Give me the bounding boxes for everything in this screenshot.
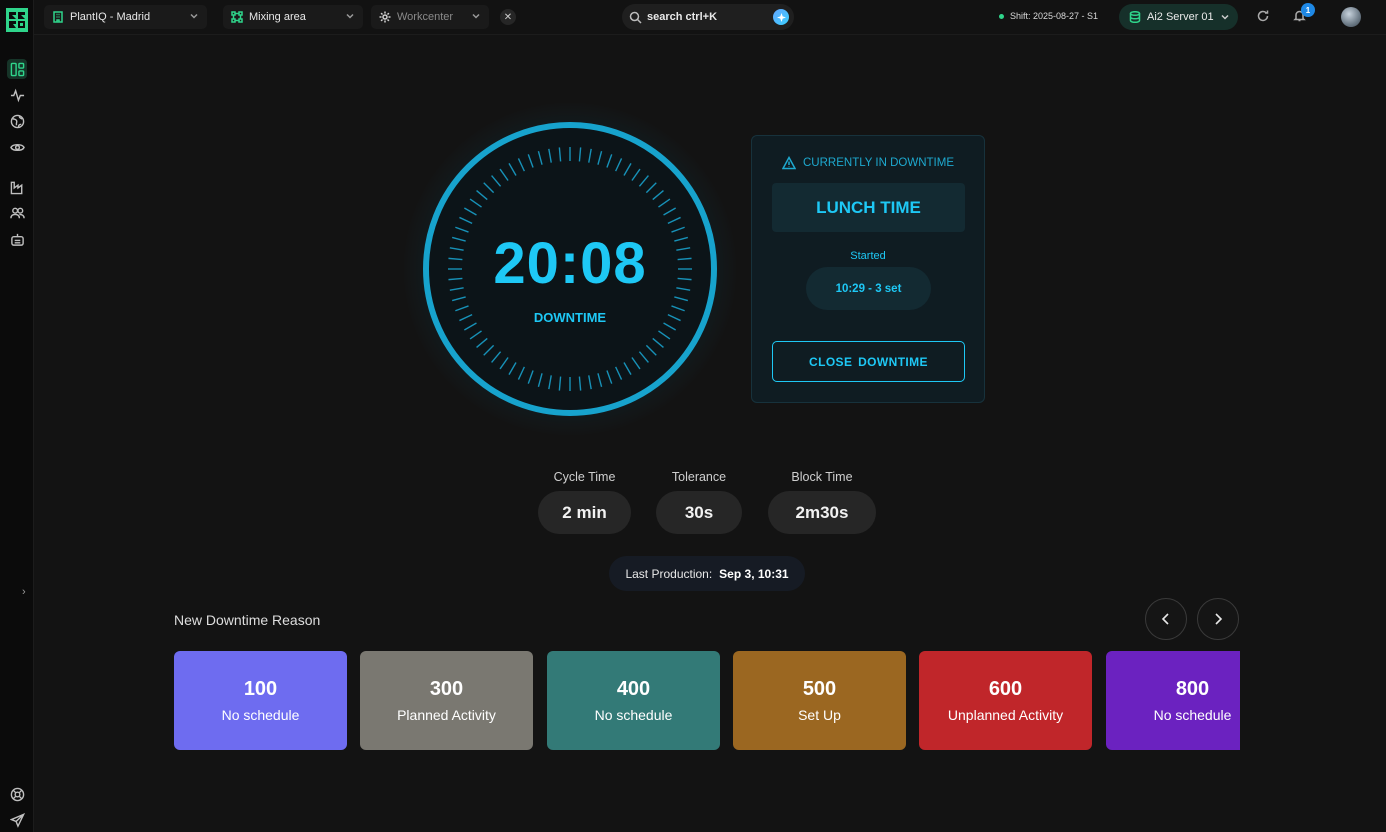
block-time-value: 2m30s <box>768 491 876 534</box>
plant-select-value: PlantIQ - Madrid <box>70 11 151 23</box>
search-label: search ctrl+K <box>647 11 718 23</box>
reason-code: 400 <box>616 678 651 700</box>
block-time-label: Block Time <box>791 470 853 484</box>
dashboard-icon[interactable] <box>7 59 27 79</box>
send-icon[interactable] <box>7 810 27 830</box>
avatar[interactable] <box>1341 7 1361 27</box>
users-icon[interactable] <box>7 203 27 223</box>
reason-code: 500 <box>802 678 837 700</box>
activity-icon[interactable] <box>7 85 27 105</box>
database-icon <box>1129 10 1141 24</box>
shift-indicator: Shift: 2025-08-27 - S1 <box>999 11 1098 21</box>
reason-card[interactable]: 600 Unplanned Activity <box>919 651 1092 750</box>
reason-name: No schedule <box>221 707 300 723</box>
reason-cards: 100 No schedule 300 Planned Activity 400… <box>174 651 1240 750</box>
reason-code: 800 <box>1175 678 1210 700</box>
building-icon <box>52 11 64 23</box>
chevron-right-icon <box>1215 613 1223 625</box>
area-select[interactable]: Mixing area <box>223 5 363 29</box>
downtime-panel-title: CURRENTLY IN DOWNTIME <box>803 157 954 169</box>
search-icon <box>629 11 642 24</box>
globe-icon[interactable] <box>7 111 27 131</box>
shift-label: Shift: 2025-08-27 - S1 <box>1010 11 1099 21</box>
chevron-down-icon <box>471 11 481 21</box>
reason-card[interactable]: 100 No schedule <box>174 651 347 750</box>
tolerance-label: Tolerance <box>671 470 727 484</box>
tolerance-value: 30s <box>656 491 742 534</box>
reason-name: Unplanned Activity <box>947 707 1064 723</box>
support-icon[interactable] <box>7 784 27 804</box>
chevron-down-icon <box>345 11 355 21</box>
eye-icon[interactable] <box>7 137 27 157</box>
sidebar: › <box>0 0 34 832</box>
search-bar[interactable]: search ctrl+K <box>622 4 794 30</box>
gear-icon <box>379 11 391 23</box>
prev-button[interactable] <box>1145 598 1187 640</box>
notification-badge: 1 <box>1301 3 1315 17</box>
reason-name: Planned Activity <box>397 707 496 723</box>
started-label: Started <box>850 250 886 262</box>
server-select[interactable]: Ai2 Server 01 <box>1119 4 1238 30</box>
cycle-time-label: Cycle Time <box>553 470 616 484</box>
logo-icon[interactable] <box>6 8 28 32</box>
timer-label: DOWNTIME <box>533 310 607 325</box>
chevron-left-icon <box>1161 613 1169 625</box>
clear-selection-button[interactable]: ✕ <box>500 9 516 25</box>
cycle-time-value: 2 min <box>538 491 631 534</box>
workcenter-select[interactable]: Workcenter <box>371 5 489 29</box>
next-button[interactable] <box>1197 598 1239 640</box>
last-production: Last Production: Sep 3, 10:31 <box>609 556 805 591</box>
status-dot <box>999 13 1004 19</box>
workcenter-select-placeholder: Workcenter <box>397 11 454 23</box>
reason-code: 300 <box>429 678 464 700</box>
reason-card[interactable]: 500 Set Up <box>733 651 906 750</box>
close-downtime-button[interactable]: CLOSE DOWNTIME <box>772 341 965 382</box>
downtime-reason: LUNCH TIME <box>772 183 965 232</box>
chevron-down-icon <box>189 11 199 21</box>
topbar: PlantIQ - Madrid Mixing area Workcenter … <box>34 0 1386 35</box>
area-icon <box>231 11 243 23</box>
downtime-panel-header: CURRENTLY IN DOWNTIME <box>752 155 984 170</box>
last-production-label: Last Production: <box>625 566 713 581</box>
timer-value: 20:08 <box>493 231 647 296</box>
reason-name: No schedule <box>594 707 673 723</box>
plant-select[interactable]: PlantIQ - Madrid <box>44 5 207 29</box>
app-root: › PlantIQ - Madrid Mixing area Workcente… <box>0 0 1386 832</box>
factory-icon[interactable] <box>7 177 27 197</box>
sidebar-expand-icon[interactable]: › <box>22 586 26 598</box>
server-select-value: Ai2 Server 01 <box>1147 11 1214 23</box>
area-select-value: Mixing area <box>249 11 306 23</box>
reason-name: Set Up <box>798 707 841 723</box>
reasons-title: New Downtime Reason <box>174 612 321 628</box>
reason-name: No schedule <box>1153 707 1232 723</box>
downtime-panel: CURRENTLY IN DOWNTIME LUNCH TIME Started… <box>751 135 985 403</box>
reason-card[interactable]: 800 No schedule <box>1106 651 1240 750</box>
refresh-icon[interactable] <box>1256 9 1272 25</box>
ai-assistant-icon[interactable] <box>773 9 789 25</box>
reason-code: 100 <box>243 678 278 700</box>
chevron-down-icon <box>1220 12 1230 22</box>
reason-card[interactable]: 400 No schedule <box>547 651 720 750</box>
reason-card[interactable]: 300 Planned Activity <box>360 651 533 750</box>
warning-icon <box>781 155 797 170</box>
started-value: 10:29 - 3 set <box>806 267 931 310</box>
last-production-value: Sep 3, 10:31 <box>719 566 789 581</box>
robot-icon[interactable] <box>7 229 27 249</box>
reason-code: 600 <box>988 678 1023 700</box>
